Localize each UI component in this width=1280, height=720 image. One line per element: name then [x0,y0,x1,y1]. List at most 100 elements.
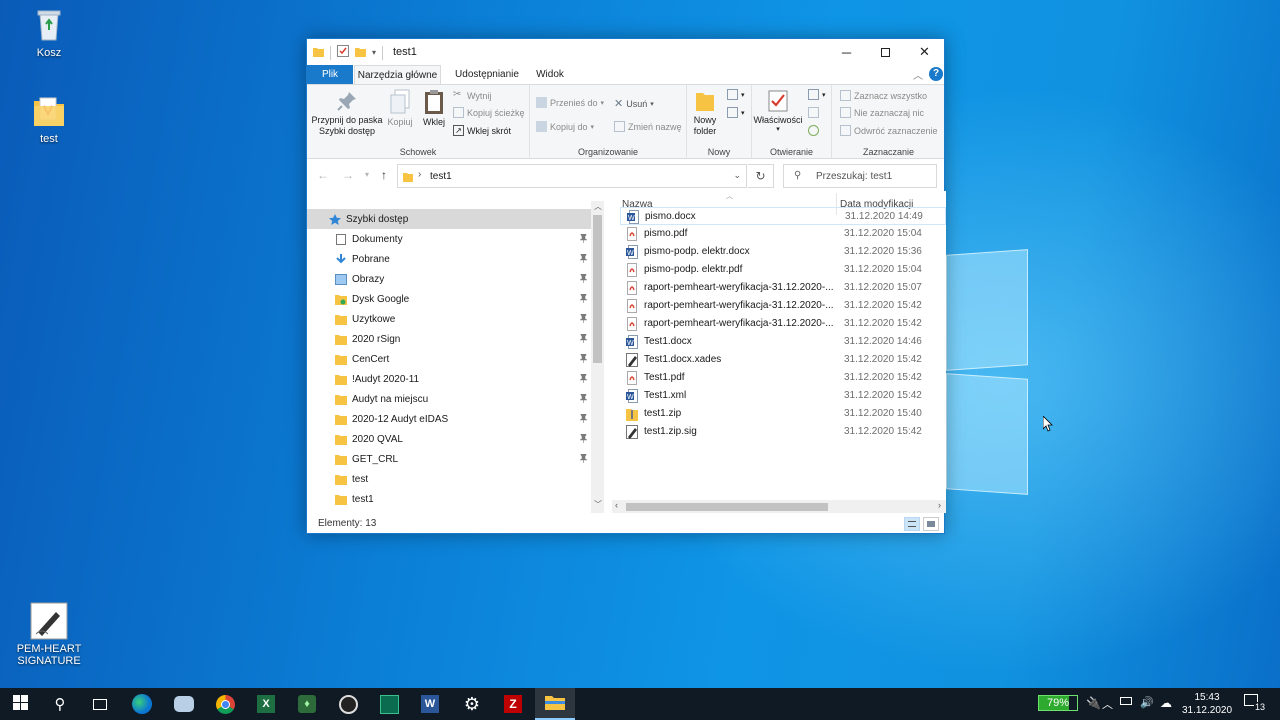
properties-button[interactable]: Właściwości ▾ [752,89,804,133]
taskbar-app-filezilla[interactable]: Z [493,688,533,720]
file-row[interactable]: test1.zip 31.12.2020 15:40 [620,405,946,423]
desktop-icon-test-folder[interactable]: test [14,92,84,145]
customize-quick-access-icon[interactable]: ▾ [372,48,376,57]
file-row[interactable]: pismo.pdf 31.12.2020 15:04 [620,225,946,243]
new-folder-quick-icon[interactable] [355,46,366,60]
nav-item[interactable]: Pobrane [307,249,591,269]
search-input[interactable]: ⚲ Przeszukaj: test1 [783,164,937,188]
invert-selection-button[interactable]: Odwróć zaznaczenie [840,125,938,136]
properties-quick-icon[interactable] [337,45,349,60]
taskbar-app-gitkraken[interactable]: ♦ [287,688,327,720]
show-hidden-icons-icon[interactable]: ︿ [1102,696,1113,720]
file-list-hscrollbar[interactable]: ‹ › [612,500,946,513]
taskbar-app-chrome[interactable] [205,688,245,720]
file-row[interactable]: Wpismo.docx 31.12.2020 14:49 [620,207,946,225]
taskbar-app-media[interactable] [369,688,409,720]
task-view-button[interactable] [80,688,120,720]
file-row[interactable]: W Test1.docx 31.12.2020 14:46 [620,333,946,351]
nav-item[interactable]: 2020 QVAL [307,429,591,449]
nav-item[interactable]: Uzytkowe [307,309,591,329]
nav-item[interactable]: test [307,469,591,489]
minimize-button[interactable]: ─ [827,39,866,65]
help-icon[interactable]: ? [929,67,943,81]
nav-item[interactable]: CenCert [307,349,591,369]
recent-locations-button[interactable]: ▾ [365,170,369,179]
large-icons-view-button[interactable] [923,517,939,531]
taskbar-app-excel[interactable]: X [246,688,286,720]
nav-item[interactable]: !Audyt 2020-11 [307,369,591,389]
copy-path-button[interactable]: Kopiuj ścieżkę [453,107,525,118]
new-item-button[interactable]: ▾ [727,89,745,100]
nav-scroll-thumb[interactable] [593,215,602,363]
file-row[interactable]: Wpismo-podp. elektr.docx 31.12.2020 15:36 [620,243,946,261]
breadcrumb-current[interactable]: test1 [430,171,452,182]
delete-button[interactable]: ✕ Usuń ▾ [614,97,654,110]
rename-button[interactable]: Zmień nazwę [614,121,682,132]
paste-shortcut-button[interactable]: ↗ Wklej skrót [453,125,511,136]
details-view-button[interactable] [904,517,920,531]
move-to-button[interactable]: Przenieś do ▾ [536,97,604,108]
back-button[interactable]: ← [317,168,329,182]
file-row[interactable]: raport-pemheart-weryfikacja-31.12.2020-.… [620,315,946,333]
search-taskbar-button[interactable]: ⚲ [40,688,80,720]
taskbar-app-snip[interactable] [164,688,204,720]
start-button[interactable] [0,688,40,720]
hscroll-thumb[interactable] [626,503,828,511]
file-row[interactable]: raport-pemheart-weryfikacja-31.12.2020-.… [620,279,946,297]
nav-item[interactable]: Obrazy [307,269,591,289]
nav-quick-access[interactable]: Szybki dostęp [307,209,591,229]
nav-item[interactable]: GET_CRL [307,449,591,469]
close-button[interactable]: ✕ [905,39,944,65]
select-none-button[interactable]: Nie zaznaczaj nic [840,107,924,118]
taskbar-app-obs[interactable] [328,688,368,720]
file-row[interactable]: W Test1.xml 31.12.2020 15:42 [620,387,946,405]
scroll-up-icon[interactable]: ︿ [594,201,602,212]
easy-access-button[interactable]: ▾ [727,107,745,118]
nav-item[interactable]: Dysk Google [307,289,591,309]
taskbar-app-file-explorer[interactable] [535,688,575,720]
copy-button[interactable]: Kopiuj [385,89,415,127]
address-dropdown-icon[interactable]: ⌄ [733,170,741,181]
taskbar-app-edge[interactable] [122,688,162,720]
desktop-icon-pem-heart[interactable]: PEM-HEART SIGNATURE [14,602,84,667]
nav-item[interactable]: Audyt na miejscu [307,389,591,409]
history-button[interactable] [808,125,819,136]
clock[interactable]: 15:43 31.12.2020 [1172,691,1242,717]
file-row[interactable]: Test1.pdf 31.12.2020 15:42 [620,369,946,387]
scroll-left-icon[interactable]: ‹ [615,500,618,510]
tab-view[interactable]: Widok [529,65,571,84]
desktop-icon-recycle-bin[interactable]: Kosz [14,6,84,59]
maximize-button[interactable] [866,39,905,65]
notification-center-button[interactable]: 13 [1244,694,1268,720]
refresh-button[interactable]: ↻ [748,164,774,188]
cloud-icon[interactable]: ☁ [1160,696,1172,720]
taskbar-app-word[interactable]: W [410,688,450,720]
speaker-icon[interactable]: 🔊 [1140,696,1154,720]
file-row[interactable]: test1.zip.sig 31.12.2020 15:42 [620,423,946,441]
nav-item[interactable]: Dokumenty [307,229,591,249]
up-button[interactable]: ↑ [381,168,387,182]
scroll-right-icon[interactable]: › [938,500,941,510]
collapse-ribbon-icon[interactable]: ︿ [913,67,923,82]
address-input[interactable]: › test1 ⌄ [397,164,747,188]
battery-indicator[interactable]: 79% [1038,695,1078,720]
battery-tray-icon[interactable] [1120,697,1132,720]
nav-item[interactable]: test1 [307,489,591,509]
file-row[interactable]: pismo-podp. elektr.pdf 31.12.2020 15:04 [620,261,946,279]
forward-button[interactable]: → [342,168,354,182]
file-row[interactable]: Test1.docx.xades 31.12.2020 15:42 [620,351,946,369]
new-folder-button[interactable]: Nowy folder [687,89,723,137]
tab-share[interactable]: Udostępnianie [449,65,525,84]
nav-item[interactable]: 2020 rSign [307,329,591,349]
nav-scrollbar[interactable]: ︿ ﹀ [591,201,604,513]
title-bar[interactable]: ▾ test1 ─ ✕ [307,39,944,65]
taskbar-app-settings[interactable]: ⚙ [452,688,492,720]
copy-to-button[interactable]: Kopiuj do ▾ [536,121,594,132]
paste-button[interactable]: Wklej [419,89,449,127]
tab-home[interactable]: Narzędzia główne [354,65,441,84]
select-all-button[interactable]: Zaznacz wszystko [840,90,927,101]
open-button[interactable]: ▾ [808,89,826,100]
pin-quick-access-button[interactable]: Przypnij do paska Szybki dostęp [311,89,383,137]
tab-file[interactable]: Plik [307,65,353,84]
edit-button[interactable] [808,107,819,118]
